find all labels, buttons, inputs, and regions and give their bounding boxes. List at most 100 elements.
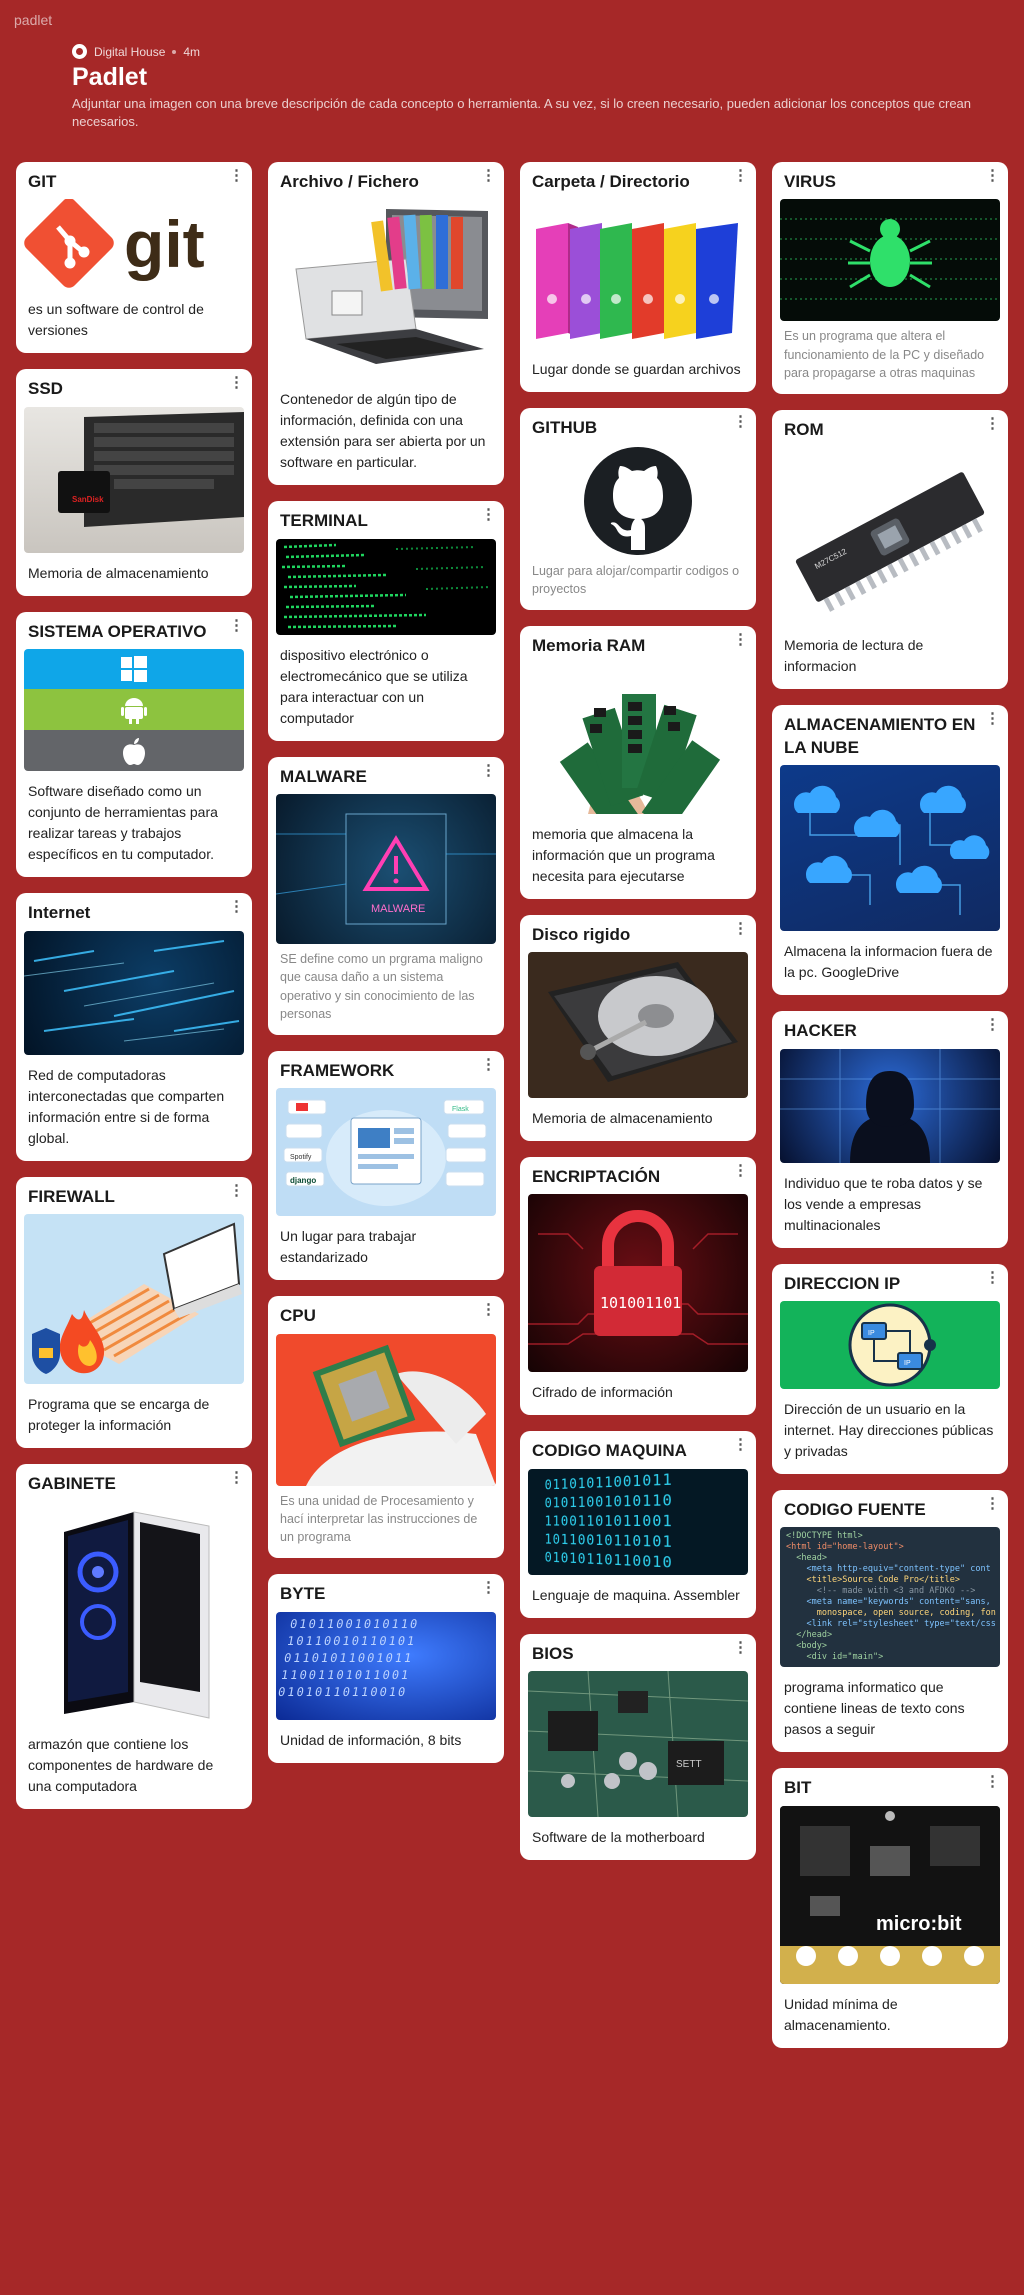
- git-wordmark: git: [124, 207, 205, 281]
- post-card[interactable]: Disco rigido ⋮ Memoria de almacenamiento: [520, 914, 756, 1141]
- more-options-icon[interactable]: ⋮: [985, 416, 1000, 431]
- post-image-os-logos[interactable]: [24, 649, 244, 772]
- post-card[interactable]: GIT ⋮ git es un software de control de v…: [16, 162, 252, 354]
- post-card[interactable]: CODIGO MAQUINA ⋮ 01101011001011 010110010…: [520, 1431, 756, 1618]
- more-options-icon[interactable]: ⋮: [733, 1640, 748, 1655]
- board-label: SETT: [676, 1759, 702, 1770]
- post-card[interactable]: Memoria RAM ⋮ memoria que almacena la in…: [520, 626, 756, 899]
- post-image-terminal-screen[interactable]: [276, 538, 496, 635]
- post-image-encryption-lock[interactable]: 101001101: [528, 1194, 748, 1373]
- author-name[interactable]: Digital House: [94, 45, 165, 59]
- post-card[interactable]: VIRUS ⋮ Es un programa que altera el fun…: [772, 162, 1008, 394]
- more-options-icon[interactable]: ⋮: [229, 375, 244, 390]
- post-image-file-cabinet[interactable]: [276, 199, 496, 380]
- more-options-icon[interactable]: ⋮: [733, 632, 748, 647]
- post-title: Internet: [28, 903, 91, 923]
- microbit-logo: micro:bit: [876, 1913, 962, 1935]
- post-card[interactable]: TERMINAL ⋮ dispositivo electrónico o ele…: [268, 501, 504, 741]
- more-options-icon[interactable]: ⋮: [481, 763, 496, 778]
- more-options-icon[interactable]: ⋮: [481, 507, 496, 522]
- post-image-rom-chip[interactable]: M27C512: [780, 447, 1000, 626]
- more-options-icon[interactable]: ⋮: [733, 168, 748, 183]
- post-card[interactable]: SISTEMA OPERATIVO ⋮ Software diseñado co…: [16, 611, 252, 878]
- post-title: HACKER: [784, 1021, 857, 1041]
- post-body: Software de la motherboard: [532, 1829, 705, 1846]
- post-image-motherboard[interactable]: SETT: [528, 1671, 748, 1818]
- post-image-hard-drive[interactable]: [528, 952, 748, 1098]
- post-image-machine-code[interactable]: 01101011001011 01011001010110 110011010110…: [528, 1468, 748, 1575]
- more-options-icon[interactable]: ⋮: [481, 168, 496, 183]
- post-title: SISTEMA OPERATIVO: [28, 621, 207, 641]
- post-body: memoria que almacena la información que …: [532, 825, 715, 884]
- post-image-hacker[interactable]: [780, 1048, 1000, 1163]
- post-card[interactable]: Internet ⋮ Red de computadoras intercone…: [16, 893, 252, 1161]
- more-options-icon[interactable]: ⋮: [733, 921, 748, 936]
- post-image-ssd[interactable]: SanDisk: [24, 406, 244, 553]
- more-options-icon[interactable]: ⋮: [229, 618, 244, 633]
- post-image-framework-logos[interactable]: Spotify django Flask: [276, 1088, 496, 1217]
- column-1: GIT ⋮ git es un software de control de v…: [16, 162, 252, 1825]
- post-image-cpu-chip[interactable]: [276, 1333, 496, 1486]
- post-card[interactable]: MALWARE ⋮ MALWARE SE define como un prgr…: [268, 756, 504, 1035]
- post-image-binders[interactable]: [528, 199, 748, 350]
- post-body: Unidad mínima de almacenamiento.: [784, 1995, 898, 2033]
- post-card[interactable]: BIOS ⋮ SETT Software de la motherboard: [520, 1633, 756, 1861]
- more-options-icon[interactable]: ⋮: [985, 168, 1000, 183]
- post-card[interactable]: Archivo / Fichero ⋮ Contenedor de algún …: [268, 162, 504, 486]
- author-avatar[interactable]: [72, 44, 87, 59]
- post-card[interactable]: GABINETE ⋮ armazón que contiene los comp…: [16, 1464, 252, 1809]
- post-title: ALMACENAMIENTO EN LA NUBE: [784, 715, 976, 757]
- post-card[interactable]: CODIGO FUENTE ⋮ <!DOCTYPE html> <html id=…: [772, 1490, 1008, 1753]
- post-card[interactable]: GITHUB ⋮ Lugar para alojar/compartir cod…: [520, 408, 756, 611]
- post-image-cloud-network[interactable]: [780, 765, 1000, 932]
- brand-label: Spotify: [290, 1154, 312, 1161]
- post-card[interactable]: FRAMEWORK ⋮ Spotify django Flask Un luga…: [268, 1050, 504, 1281]
- post-image-internet-data[interactable]: [24, 930, 244, 1055]
- windows-icon: [24, 649, 244, 690]
- column-2: Archivo / Fichero ⋮ Contenedor de algún …: [268, 162, 504, 1779]
- column-4: VIRUS ⋮ Es un programa que altera el fun…: [772, 162, 1008, 2064]
- post-card[interactable]: BYTE ⋮ 01011001010110 10110010110101 01101…: [268, 1574, 504, 1763]
- more-options-icon[interactable]: ⋮: [229, 1470, 244, 1485]
- more-options-icon[interactable]: ⋮: [733, 1163, 748, 1178]
- post-body: Red de computadoras interconectadas que …: [28, 1066, 225, 1146]
- post-image-malware-warning[interactable]: MALWARE: [276, 794, 496, 945]
- more-options-icon[interactable]: ⋮: [229, 168, 244, 183]
- post-card[interactable]: Carpeta / Directorio ⋮ Lugar donde se gu…: [520, 162, 756, 393]
- post-image-pc-case[interactable]: [24, 1501, 244, 1724]
- more-options-icon[interactable]: ⋮: [733, 1437, 748, 1452]
- github-octocat-icon[interactable]: [528, 445, 748, 556]
- post-card[interactable]: ALMACENAMIENTO EN LA NUBE ⋮ Almacena la …: [772, 705, 1008, 996]
- more-options-icon[interactable]: ⋮: [985, 711, 1000, 726]
- post-card[interactable]: SSD ⋮ SanDisk Memoria de almacenamiento: [16, 369, 252, 596]
- more-options-icon[interactable]: ⋮: [985, 1774, 1000, 1789]
- post-image-source-code[interactable]: <!DOCTYPE html> <html id="home-layout"> <…: [780, 1527, 1000, 1668]
- more-options-icon[interactable]: ⋮: [229, 899, 244, 914]
- more-options-icon[interactable]: ⋮: [733, 414, 748, 429]
- post-image-firewall[interactable]: [24, 1214, 244, 1385]
- padlet-logo[interactable]: padlet: [14, 12, 52, 28]
- more-options-icon[interactable]: ⋮: [985, 1017, 1000, 1032]
- post-card[interactable]: FIREWALL ⋮ Programa que se encarga de pr…: [16, 1176, 252, 1449]
- post-body: Programa que se encarga de proteger la i…: [28, 1396, 210, 1434]
- post-image-ip-address[interactable]: IP IP: [780, 1301, 1000, 1389]
- post-body: Dirección de un usuario en la internet. …: [784, 1401, 994, 1459]
- more-options-icon[interactable]: ⋮: [229, 1183, 244, 1198]
- more-options-icon[interactable]: ⋮: [481, 1302, 496, 1317]
- more-options-icon[interactable]: ⋮: [985, 1270, 1000, 1285]
- post-image-virus-bug[interactable]: [780, 199, 1000, 322]
- post-image-binary-blue[interactable]: 01011001010110 10110010110101 011010110010…: [276, 1611, 496, 1720]
- post-age: 4m: [183, 44, 201, 59]
- post-card[interactable]: BIT ⋮ micro:bit Unidad mínima de almacen…: [772, 1768, 1008, 2048]
- post-card[interactable]: ROM ⋮ M27C512 Memoria de lectura de info…: [772, 409, 1008, 690]
- post-card[interactable]: DIRECCION IP ⋮ IP IP Dirección de un usu…: [772, 1263, 1008, 1474]
- post-image-git-logo[interactable]: git: [24, 199, 244, 290]
- more-options-icon[interactable]: ⋮: [985, 1496, 1000, 1511]
- post-image-microbit-board[interactable]: micro:bit: [780, 1805, 1000, 1984]
- post-image-ram-sticks[interactable]: [528, 663, 748, 814]
- more-options-icon[interactable]: ⋮: [481, 1057, 496, 1072]
- post-card[interactable]: HACKER ⋮ Individuo que te roba datos y s…: [772, 1011, 1008, 1248]
- more-options-icon[interactable]: ⋮: [481, 1580, 496, 1595]
- post-card[interactable]: ENCRIPTACIÓN ⋮ 101001101 Cifrado de info…: [520, 1157, 756, 1416]
- post-card[interactable]: CPU ⋮ Es una unidad de Procesamiento y h…: [268, 1296, 504, 1559]
